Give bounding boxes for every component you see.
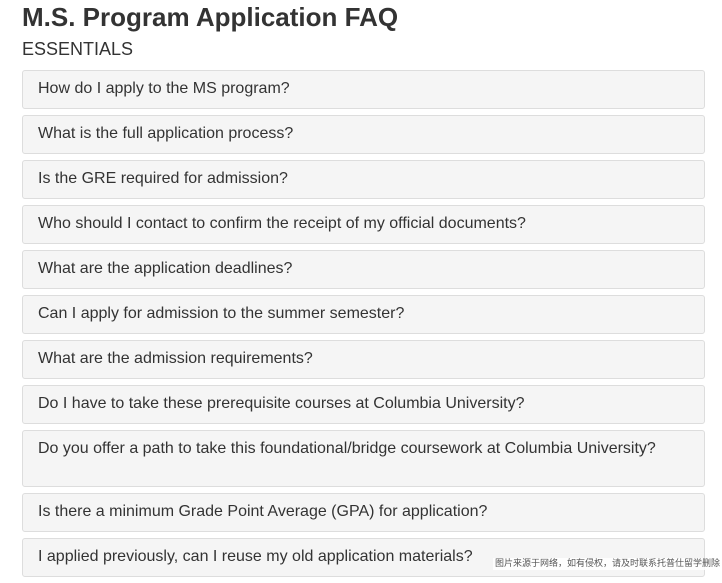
faq-item-deadlines[interactable]: What are the application deadlines?: [22, 250, 705, 289]
faq-item-minimum-gpa[interactable]: Is there a minimum Grade Point Average (…: [22, 493, 705, 532]
faq-question: Is there a minimum Grade Point Average (…: [38, 503, 488, 520]
faq-question: Is the GRE required for admission?: [38, 170, 288, 187]
faq-item-contact-documents[interactable]: Who should I contact to confirm the rece…: [22, 205, 705, 244]
faq-question: How do I apply to the MS program?: [38, 80, 290, 97]
faq-item-how-to-apply[interactable]: How do I apply to the MS program?: [22, 70, 705, 109]
image-source-watermark: 图片来源于网络，如有侵权，请及时联系托普仕留学删除: [492, 558, 722, 570]
faq-list: How do I apply to the MS program? What i…: [22, 70, 705, 583]
faq-item-admission-requirements[interactable]: What are the admission requirements?: [22, 340, 705, 379]
faq-item-application-process[interactable]: What is the full application process?: [22, 115, 705, 154]
faq-question: What is the full application process?: [38, 125, 294, 142]
faq-item-bridge-coursework[interactable]: Do you offer a path to take this foundat…: [22, 430, 705, 487]
faq-item-summer-admission[interactable]: Can I apply for admission to the summer …: [22, 295, 705, 334]
section-heading: ESSENTIALS: [22, 39, 134, 59]
faq-question: What are the admission requirements?: [38, 350, 313, 367]
faq-question: Who should I contact to confirm the rece…: [38, 215, 526, 232]
faq-question: Can I apply for admission to the summer …: [38, 305, 405, 322]
page-title: M.S. Program Application FAQ: [22, 2, 399, 32]
faq-item-prerequisite-courses[interactable]: Do I have to take these prerequisite cou…: [22, 385, 705, 424]
faq-question: Do I have to take these prerequisite cou…: [38, 395, 525, 412]
faq-question: Do you offer a path to take this foundat…: [38, 440, 656, 457]
faq-question: What are the application deadlines?: [38, 260, 293, 277]
faq-item-gre-required[interactable]: Is the GRE required for admission?: [22, 160, 705, 199]
